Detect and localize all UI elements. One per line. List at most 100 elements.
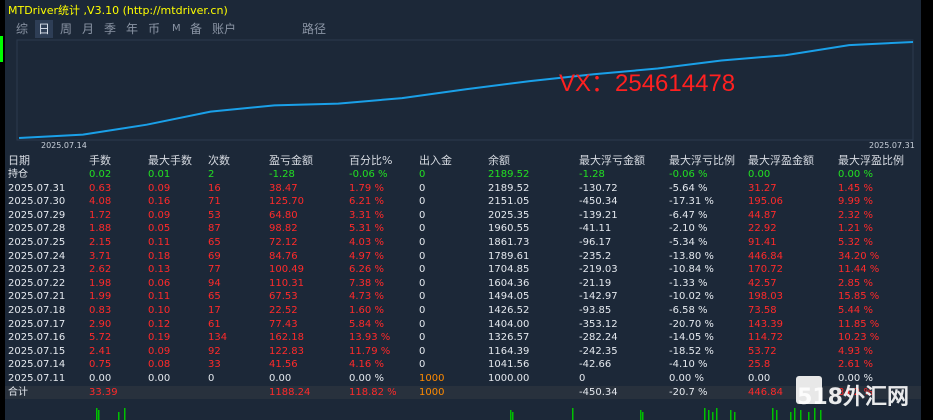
cell-max-dd: -1.28 <box>579 169 605 180</box>
column-header-lots[interactable]: 手数 <box>89 153 111 168</box>
tab-day[interactable]: 日 <box>35 20 54 38</box>
cell-max-dd: -282.24 <box>579 332 618 344</box>
cell-pnl: 100.49 <box>269 264 304 276</box>
volume-bar <box>790 412 792 420</box>
table-row[interactable]: 2025.07.29 1.72 0.09 53 64.80 3.31 % 0 2025.35 -… <box>5 209 921 223</box>
tab-currency[interactable]: 币 <box>145 20 163 38</box>
table-row[interactable]: 2025.07.21 1.99 0.11 65 67.53 4.73 % 0 1494.05 -… <box>5 290 921 304</box>
cell-max-fp: 22.92 <box>748 223 777 235</box>
cell-max-fp-pct: 2.61 % <box>838 359 873 371</box>
tab-backup[interactable]: 备 <box>187 20 205 38</box>
cell-balance: 1426.52 <box>488 304 530 316</box>
table-row[interactable]: 2025.07.16 5.72 0.19 134 162.18 13.93 % 0 1326.… <box>5 331 921 345</box>
cell-max-fp-pct: 9.99 % <box>838 196 873 208</box>
table-row[interactable]: 2025.07.30 4.08 0.16 71 125.70 6.21 % 0 2151.05… <box>5 195 921 209</box>
table-row[interactable]: 2025.07.14 0.75 0.08 33 41.56 4.16 % 0 1041.56 -… <box>5 358 921 372</box>
cell-deposit: 0 <box>419 345 426 357</box>
cell-max-dd-pct: -20.70 % <box>669 318 714 330</box>
cell-lots: 1.98 <box>89 277 112 289</box>
cell-pct: 1.79 % <box>349 182 384 194</box>
column-header-date[interactable]: 日期 <box>8 153 30 168</box>
cell-pct: 6.21 % <box>349 196 384 208</box>
cell-pct: 13.93 % <box>349 332 391 344</box>
volume-bar <box>708 410 710 420</box>
cell-lots: 0.63 <box>89 182 112 194</box>
cell-max-fp: 198.03 <box>748 291 783 303</box>
tab-month[interactable]: 月 <box>79 20 97 38</box>
cell-date: 2025.07.28 <box>8 223 66 235</box>
column-header-max-dd[interactable]: 最大浮亏金额 <box>579 153 645 168</box>
table-row[interactable]: 2025.07.18 0.83 0.10 17 22.52 1.60 % 0 1426.52 -… <box>5 304 921 318</box>
cell-max-fp-pct: 34.20 % <box>838 250 880 262</box>
column-header-max-dd-pct[interactable]: 最大浮亏比例 <box>669 153 735 168</box>
table-header: 日期 手数 最大手数 次数 盈亏金额 百分比% 出入金 余额 最大浮亏金额 最大浮亏比例 最大浮盈金… <box>5 153 921 168</box>
cell-lots: 0.00 <box>89 372 112 384</box>
cell-max-lots: 0.11 <box>148 291 171 303</box>
cell-pct: 1.60 % <box>349 304 384 316</box>
table-row[interactable]: 2025.07.17 2.90 0.12 61 77.43 5.84 % 0 1404.00 -… <box>5 318 921 332</box>
volume-bar <box>772 408 774 420</box>
cell-max-dd-pct: -1.33 % <box>669 277 708 289</box>
column-header-max-fp-pct[interactable]: 最大浮盈比例 <box>838 153 904 168</box>
cell-max-fp: 25.8 <box>748 359 771 371</box>
cell-max-fp: 0.00 <box>748 372 771 384</box>
table-row[interactable]: 2025.07.15 2.41 0.09 92 122.83 11.79 % 0 1164.3… <box>5 345 921 359</box>
position-row[interactable]: 持仓 0.02 0.01 2 -1.28 -0.06 % 0 2189.52 -1.28 -0.0… <box>5 168 921 182</box>
table-row[interactable]: 2025.07.22 1.98 0.06 94 110.31 7.38 % 0 1604.36… <box>5 277 921 291</box>
column-header-pct[interactable]: 百分比% <box>349 153 392 168</box>
column-header-max-fp[interactable]: 最大浮盈金额 <box>748 153 814 168</box>
cell-pnl: -1.28 <box>269 169 295 180</box>
table-row[interactable]: 2025.07.23 2.62 0.13 77 100.49 6.26 % 0 1704.85… <box>5 263 921 277</box>
tab-year[interactable]: 年 <box>123 20 141 38</box>
cell-date: 2025.07.31 <box>8 182 66 194</box>
cell-max-fp-pct: 1.45 % <box>838 182 873 194</box>
cell-max-fp: 170.72 <box>748 264 783 276</box>
cell-max-dd-pct: -5.64 % <box>669 182 708 194</box>
cell-max-dd-pct: -5.34 % <box>669 236 708 248</box>
tab-week[interactable]: 周 <box>57 20 75 38</box>
cell-max-fp-pct: 11.85 % <box>838 318 880 330</box>
tab-m[interactable]: M <box>169 20 184 38</box>
stats-panel: MTDriver统计 ,V3.10 (http://mtdriver.cn) 综… <box>5 0 921 420</box>
cell-lots: 1.99 <box>89 291 112 303</box>
cell-lots: 4.08 <box>89 196 112 208</box>
cell-date: 2025.07.15 <box>8 345 66 357</box>
cell-max-lots: 0.00 <box>148 372 171 384</box>
cell-max-lots: 0.11 <box>148 236 171 248</box>
tab-account[interactable]: 账户 <box>209 20 239 38</box>
table-row[interactable]: 2025.07.25 2.15 0.11 65 72.12 4.03 % 0 1861.73 -… <box>5 236 921 250</box>
column-header-count[interactable]: 次数 <box>208 153 230 168</box>
tab-summary[interactable]: 综 <box>13 20 31 38</box>
cell-balance: 2189.52 <box>488 169 530 180</box>
table-row[interactable]: 2025.07.28 1.88 0.05 87 98.82 5.31 % 0 1960.55 -… <box>5 222 921 236</box>
column-header-pnl[interactable]: 盈亏金额 <box>269 153 313 168</box>
cell-max-fp: 446.84 <box>748 386 783 398</box>
cell-deposit: 0 <box>419 236 426 248</box>
table-row[interactable]: 2025.07.31 0.63 0.09 16 38.47 1.79 % 0 2189.52 -… <box>5 182 921 196</box>
cell-max-dd: 0 <box>579 372 586 384</box>
column-header-max-lots[interactable]: 最大手数 <box>148 153 192 168</box>
cell-max-lots: 0.10 <box>148 304 171 316</box>
tab-path[interactable]: 路径 <box>299 20 329 38</box>
cell-max-fp: 53.72 <box>748 345 777 357</box>
cell-deposit: 0 <box>419 318 426 330</box>
cell-date: 持仓 <box>8 169 28 180</box>
total-row[interactable]: 合计 33.39 1188.24 118.82 % 1000 -450.34 -20.7 %… <box>5 385 921 400</box>
cell-deposit: 0 <box>419 291 426 303</box>
tab-quarter[interactable]: 季 <box>101 20 119 38</box>
table-row[interactable]: 2025.07.11 0.00 0.00 0 0.00 0.00 % 1000 1000.00… <box>5 372 921 386</box>
cell-deposit: 0 <box>419 209 426 221</box>
cell-max-fp: 73.58 <box>748 304 777 316</box>
cell-lots: 1.88 <box>89 223 112 235</box>
cell-lots: 33.39 <box>89 386 118 398</box>
column-header-deposit[interactable]: 出入金 <box>419 153 452 168</box>
window-title: MTDriver统计 ,V3.10 (http://mtdriver.cn) <box>8 4 228 17</box>
cell-date: 2025.07.16 <box>8 332 66 344</box>
volume-bar <box>510 410 512 420</box>
volume-bar <box>512 412 514 420</box>
table-row[interactable]: 2025.07.24 3.71 0.18 69 84.76 4.97 % 0 1789.61 -… <box>5 250 921 264</box>
volume-bar <box>814 408 816 420</box>
volume-bar <box>98 410 100 420</box>
cell-pnl: 162.18 <box>269 332 304 344</box>
column-header-balance[interactable]: 余额 <box>488 153 510 168</box>
